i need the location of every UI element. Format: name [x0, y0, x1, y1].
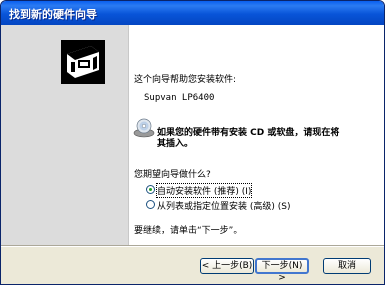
radio-auto-install-label[interactable]: 自动安装软件 (推荐) (I) [155, 183, 253, 198]
cd-notice-line2: 其插入。 [157, 139, 194, 149]
back-button[interactable]: < 上一步(B) [200, 258, 254, 274]
cd-icon [133, 118, 155, 138]
wizard-content: 这个向导帮助您安装软件: Supvan LP6400 如果您的硬件带有安装 CD… [129, 25, 384, 245]
cancel-button[interactable]: 取消 [323, 258, 371, 274]
next-button[interactable]: 下一步(N) > [255, 258, 309, 283]
hardware-card-icon [61, 40, 105, 84]
radio-manual-install-label[interactable]: 从列表或指定位置安装 (高级) (S) [157, 199, 290, 212]
radio-button[interactable] [146, 185, 155, 194]
window-title: 找到新的硬件向导 [9, 8, 97, 21]
intro-text: 这个向导帮助您安装软件: [134, 75, 237, 85]
device-name: Supvan LP6400 [144, 93, 215, 103]
continue-instructions: 要继续，请单击“下一步”。 [134, 226, 243, 236]
radio-button[interactable] [146, 200, 155, 209]
wizard-side-panel [1, 25, 129, 245]
title-bar[interactable]: 找到新的硬件向导 [1, 1, 384, 25]
wizard-window: 找到新的硬件向导 这个向导帮助您安装软件: Supvan LP6400 如果您的… [0, 0, 385, 285]
separator [1, 245, 384, 247]
question-text: 您期望向导做什么? [134, 170, 211, 180]
